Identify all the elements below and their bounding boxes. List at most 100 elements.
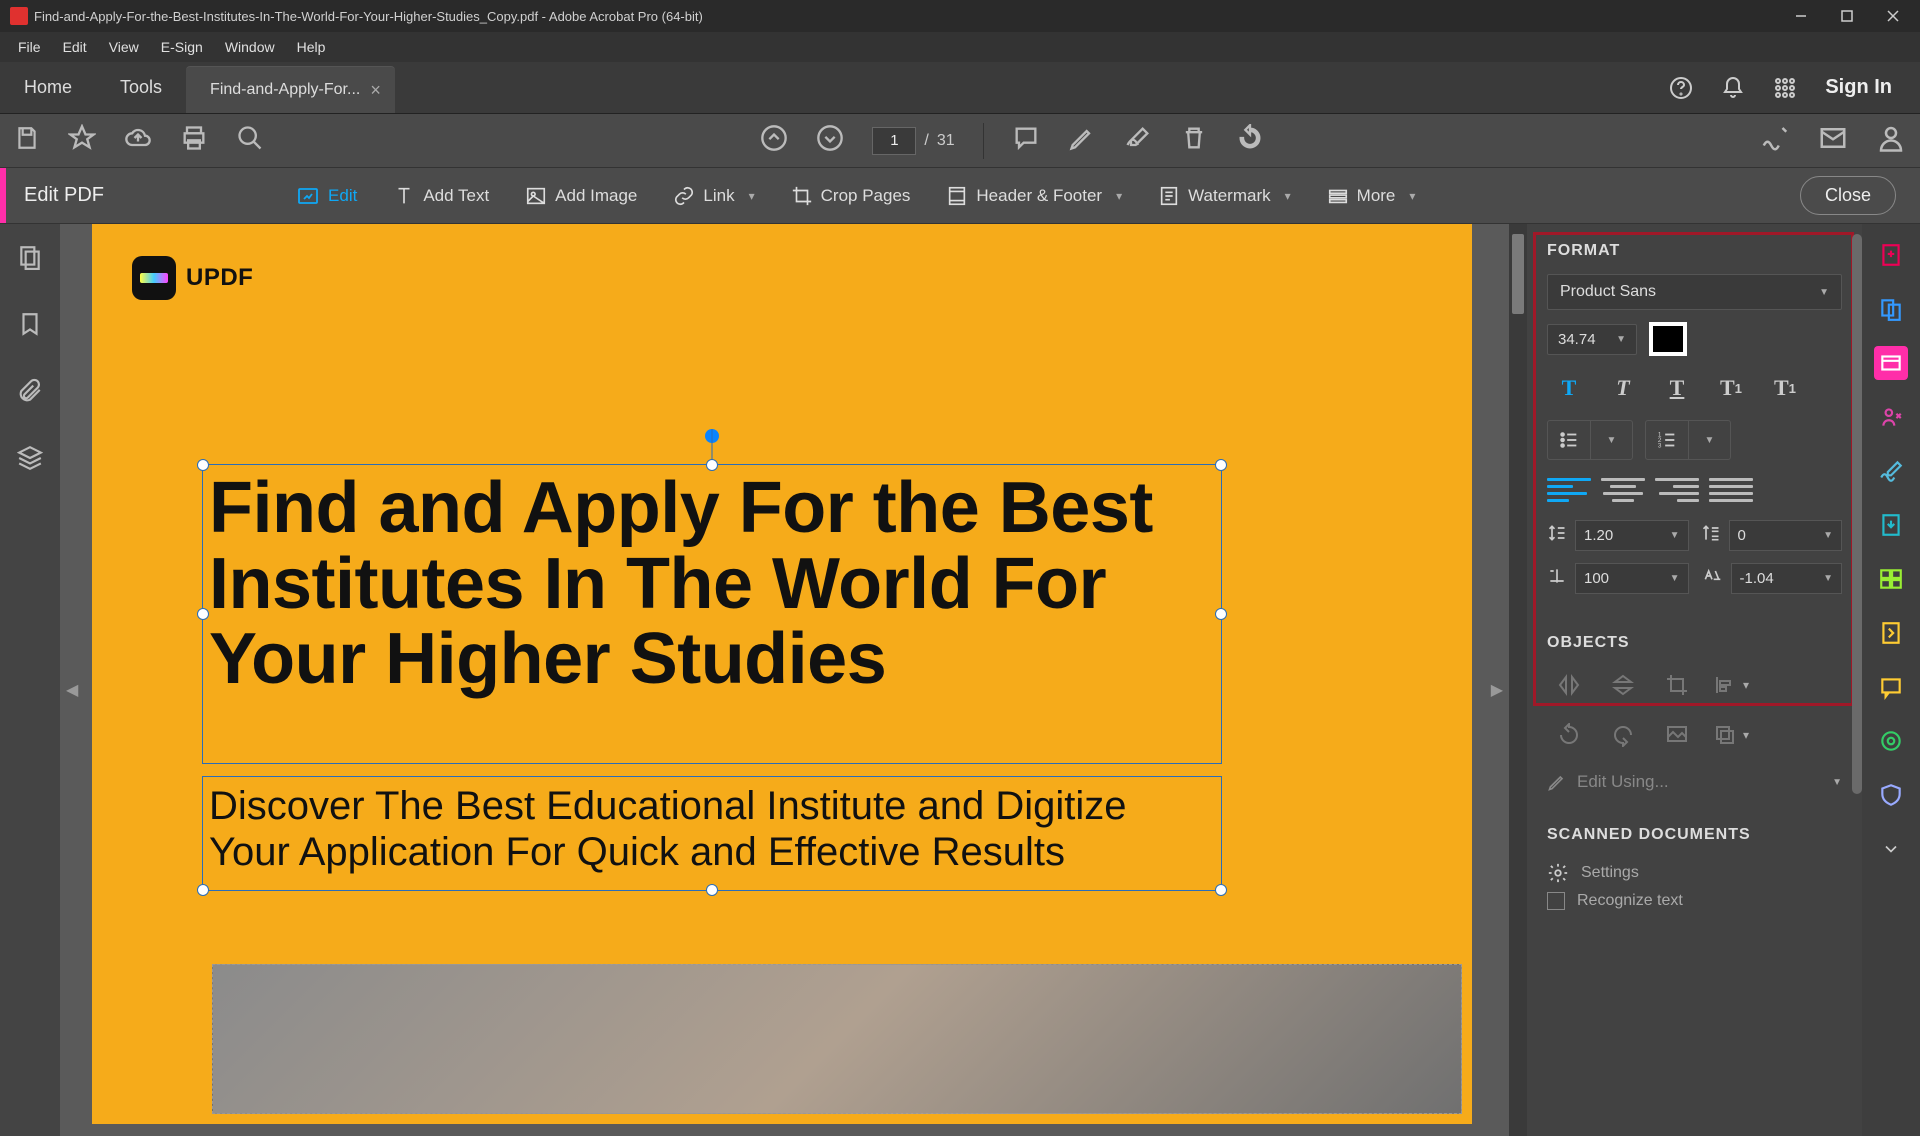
menu-view[interactable]: View — [99, 35, 149, 59]
rotate-ccw-icon[interactable] — [1547, 716, 1591, 754]
edit-pdf-rail-icon[interactable] — [1874, 346, 1908, 380]
next-page-chevron-icon[interactable]: ▶ — [1491, 680, 1503, 700]
close-edit-button[interactable]: Close — [1800, 176, 1896, 215]
sign-in-button[interactable]: Sign In — [1825, 76, 1892, 99]
create-pdf-icon[interactable] — [1874, 238, 1908, 272]
page-up-icon[interactable] — [760, 124, 788, 157]
panel-scrollbar[interactable] — [1852, 234, 1862, 794]
subscript-button[interactable]: T1 — [1763, 370, 1807, 406]
export-pdf-icon[interactable] — [1874, 508, 1908, 542]
sign-tool-icon[interactable] — [1760, 123, 1790, 158]
prev-page-chevron-icon[interactable]: ◀ — [66, 680, 78, 700]
scanned-settings-button[interactable]: Settings — [1547, 858, 1842, 888]
arrange-icon[interactable] — [1709, 716, 1753, 754]
align-center-button[interactable] — [1601, 474, 1645, 506]
font-size-select[interactable]: 34.74▼ — [1547, 324, 1637, 355]
bold-button[interactable]: T — [1547, 370, 1591, 406]
canvas-scrollbar[interactable] — [1509, 224, 1527, 1136]
resize-handle-icon[interactable] — [706, 884, 718, 896]
hscale-select[interactable]: 100▼ — [1575, 563, 1689, 594]
maximize-button[interactable] — [1824, 0, 1870, 32]
para-space-select[interactable]: 0▼ — [1729, 520, 1843, 551]
resize-handle-icon[interactable] — [1215, 459, 1227, 471]
close-tab-icon[interactable]: × — [370, 80, 381, 101]
link-button[interactable]: Link — [665, 178, 762, 214]
canvas[interactable]: ◀ UPDF Find and Apply For the Best Insti… — [60, 224, 1527, 1136]
align-justify-button[interactable] — [1709, 474, 1753, 506]
protect-icon[interactable] — [1874, 778, 1908, 812]
replace-image-icon[interactable] — [1655, 716, 1699, 754]
help-icon[interactable] — [1669, 76, 1693, 100]
tab-tools[interactable]: Tools — [96, 62, 186, 113]
resize-handle-icon[interactable] — [1215, 608, 1227, 620]
menu-help[interactable]: Help — [287, 35, 336, 59]
text-selection-heading[interactable]: Find and Apply For the Best Institutes I… — [202, 464, 1222, 764]
tab-document[interactable]: Find-and-Apply-For... × — [186, 66, 395, 113]
crop-object-icon[interactable] — [1655, 666, 1699, 704]
color-swatch[interactable] — [1649, 322, 1687, 356]
email-icon[interactable] — [1818, 123, 1848, 158]
flip-h-icon[interactable] — [1547, 666, 1591, 704]
bell-icon[interactable] — [1721, 76, 1745, 100]
header-footer-button[interactable]: Header & Footer — [938, 178, 1130, 214]
attachment-icon[interactable] — [17, 378, 43, 409]
resize-handle-icon[interactable] — [197, 608, 209, 620]
crop-pages-button[interactable]: Crop Pages — [783, 178, 919, 214]
watermark-button[interactable]: Watermark — [1150, 178, 1299, 214]
doc-heading-text[interactable]: Find and Apply For the Best Institutes I… — [203, 465, 1221, 704]
expand-rail-icon[interactable] — [1874, 832, 1908, 866]
align-right-button[interactable] — [1655, 474, 1699, 506]
account-icon[interactable] — [1876, 123, 1906, 158]
doc-subheading-text[interactable]: Discover The Best Educational Institute … — [203, 777, 1221, 881]
menu-edit[interactable]: Edit — [53, 35, 97, 59]
checkbox-icon[interactable] — [1547, 892, 1565, 910]
pdf-page[interactable]: UPDF Find and Apply For the Best Institu… — [92, 224, 1472, 1124]
rotate-cw-icon[interactable] — [1601, 716, 1645, 754]
font-family-select[interactable]: Product Sans▼ — [1547, 274, 1842, 310]
cloud-upload-icon[interactable] — [124, 124, 152, 157]
delete-icon[interactable] — [1180, 124, 1208, 157]
organize-icon[interactable] — [1874, 562, 1908, 596]
draw-sign-icon[interactable] — [1124, 124, 1152, 157]
layers-icon[interactable] — [17, 445, 43, 476]
edit-button[interactable]: Edit — [288, 178, 365, 214]
menu-esign[interactable]: E-Sign — [151, 35, 213, 59]
minimize-button[interactable] — [1778, 0, 1824, 32]
bookmark-icon[interactable] — [17, 311, 43, 342]
search-icon[interactable] — [236, 124, 264, 157]
highlight-icon[interactable] — [1068, 124, 1096, 157]
page-number-input[interactable] — [872, 127, 916, 155]
number-list-button[interactable]: 123 ▼ — [1645, 420, 1731, 460]
add-text-button[interactable]: Add Text — [385, 178, 497, 214]
line-height-select[interactable]: 1.20▼ — [1575, 520, 1689, 551]
align-object-icon[interactable] — [1709, 666, 1753, 704]
menu-window[interactable]: Window — [215, 35, 285, 59]
fill-sign-icon[interactable] — [1874, 454, 1908, 488]
resize-handle-icon[interactable] — [1215, 884, 1227, 896]
print-icon[interactable] — [180, 124, 208, 157]
close-window-button[interactable] — [1870, 0, 1916, 32]
tab-home[interactable]: Home — [0, 62, 96, 113]
more-button[interactable]: More — [1319, 178, 1424, 214]
edit-using-select[interactable]: Edit Using... ▼ — [1547, 766, 1842, 798]
save-icon[interactable] — [14, 125, 40, 156]
text-selection-subheading[interactable]: Discover The Best Educational Institute … — [202, 776, 1222, 891]
print-production-icon[interactable] — [1874, 724, 1908, 758]
align-left-button[interactable] — [1547, 474, 1591, 506]
apps-grid-icon[interactable] — [1773, 76, 1797, 100]
char-space-select[interactable]: -1.04▼ — [1731, 563, 1843, 594]
comment-rail-icon[interactable] — [1874, 670, 1908, 704]
star-icon[interactable] — [68, 124, 96, 157]
add-image-button[interactable]: Add Image — [517, 178, 645, 214]
doc-image-placeholder[interactable] — [212, 964, 1462, 1114]
request-sign-icon[interactable] — [1874, 400, 1908, 434]
italic-button[interactable]: T — [1601, 370, 1645, 406]
recognize-text-checkbox[interactable]: Recognize text — [1547, 888, 1842, 914]
combine-icon[interactable] — [1874, 292, 1908, 326]
resize-handle-icon[interactable] — [197, 459, 209, 471]
comment-icon[interactable] — [1012, 124, 1040, 157]
resize-handle-icon[interactable] — [706, 459, 718, 471]
flip-v-icon[interactable] — [1601, 666, 1645, 704]
compress-icon[interactable] — [1874, 616, 1908, 650]
resize-handle-icon[interactable] — [197, 884, 209, 896]
